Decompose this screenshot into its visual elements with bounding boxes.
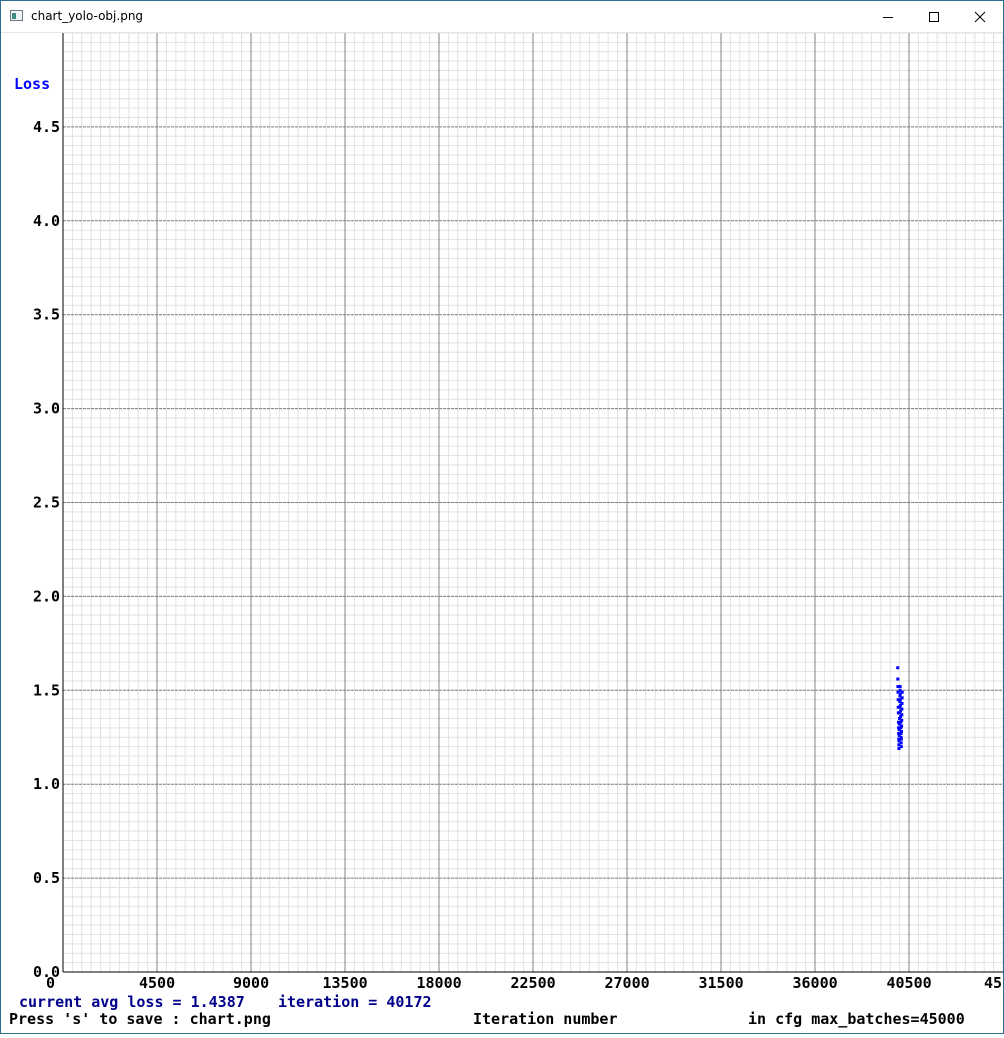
x-tick-label: 27000 <box>605 974 650 992</box>
chart-window: chart_yolo-obj.png 0.0 0.5 1.0 1.5 2.0 2.5 3.0… <box>0 0 1004 1034</box>
x-tick-label: 22500 <box>511 974 556 992</box>
y-axis-label: Loss <box>14 75 50 93</box>
title-bar[interactable]: chart_yolo-obj.png <box>1 1 1003 33</box>
loss-point <box>896 666 900 670</box>
x-tick-label: 31500 <box>699 974 744 992</box>
x-axis-label: Iteration number <box>473 1010 618 1028</box>
y-tick-labels: 0.00.51.01.52.02.53.03.54.04.5 <box>33 118 60 981</box>
image-icon <box>10 10 23 21</box>
loss-point <box>900 724 904 728</box>
close-button[interactable] <box>957 1 1003 32</box>
loss-point <box>900 696 904 700</box>
x-tick-label: 36000 <box>793 974 838 992</box>
loss-point <box>900 707 904 711</box>
loss-point <box>899 737 903 741</box>
y-tick-label: 2.5 <box>33 494 60 512</box>
x-tick-label: 40500 <box>887 974 932 992</box>
max-batches-info: in cfg max_batches=45000 <box>748 1010 965 1028</box>
loss-point <box>898 685 902 689</box>
y-tick-label: 1.0 <box>33 775 60 793</box>
y-tick-label: 2.0 <box>33 587 60 605</box>
y-tick-label: 0.5 <box>33 869 60 887</box>
window-title: chart_yolo-obj.png <box>31 9 144 23</box>
x-tick-label: 9000 <box>233 974 269 992</box>
y-tick-label: 4.0 <box>33 212 60 230</box>
maximize-icon <box>929 11 939 22</box>
x-tick-label: 18000 <box>417 974 462 992</box>
avg-loss-readout: current avg loss = 1.4387 <box>19 993 245 1011</box>
chart-area: 0.0 0.5 1.0 1.5 2.0 2.5 3.0 3.5 4.0 4.5 0 4500 9000… <box>2 32 1004 1033</box>
save-hint: Press 's' to save : chart.png <box>9 1010 271 1028</box>
close-icon <box>974 11 986 22</box>
loss-point <box>896 677 900 681</box>
x-tick-label: 4500 <box>139 974 175 992</box>
y-tick-label: 1.5 <box>33 681 60 699</box>
loss-point <box>900 690 904 694</box>
loss-point <box>900 701 904 705</box>
loss-point <box>900 713 904 717</box>
x-tick-labels: 0 4500 9000 13500 18000 22500 27000 31500 36000 4… <box>46 974 1002 992</box>
iteration-readout: iteration = 40172 <box>278 993 432 1011</box>
x-tick-label: 0 <box>46 974 55 992</box>
minimize-button[interactable] <box>865 1 911 32</box>
loss-point <box>899 741 903 745</box>
loss-chart: 0.00.51.01.52.02.53.03.54.04.5 0 4500 9000… <box>9 32 1004 1028</box>
minimize-icon <box>883 16 893 18</box>
y-tick-label: 3.0 <box>33 400 60 418</box>
y-tick-label: 3.5 <box>33 306 60 324</box>
x-tick-label: 45 <box>984 974 1002 992</box>
y-tick-label: 4.5 <box>33 118 60 136</box>
loss-point <box>899 730 903 734</box>
loss-point <box>900 718 904 722</box>
maximize-button[interactable] <box>911 1 957 32</box>
loss-point <box>899 745 903 749</box>
x-tick-label: 13500 <box>323 974 368 992</box>
